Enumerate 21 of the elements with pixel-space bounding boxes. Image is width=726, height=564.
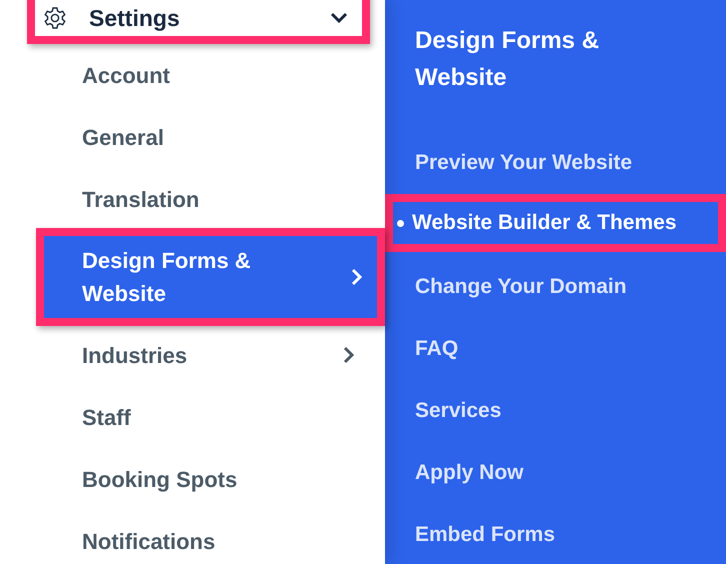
bullet-icon [397, 220, 404, 226]
settings-icon [43, 6, 67, 30]
menu-item[interactable]: Industries [0, 324, 385, 386]
submenu-item[interactable]: Services [385, 380, 726, 442]
settings-title: Settings [89, 4, 181, 33]
menu-item[interactable]: Staff [0, 386, 385, 448]
submenu-title: Design Forms & Website [415, 26, 600, 93]
menu-item[interactable]: Account [0, 44, 385, 106]
submenu-item[interactable]: Preview Your Website [385, 132, 726, 194]
menu-item[interactable]: Booking Spots [0, 448, 385, 510]
chevron-down-icon [330, 12, 348, 24]
menu-item[interactable]: Notifications [0, 510, 385, 564]
submenu-item[interactable]: Change Your Domain [385, 256, 726, 318]
settings-header[interactable]: Settings [27, 0, 370, 44]
submenu-item[interactable]: Apply Now [385, 442, 726, 504]
submenu-item[interactable]: Embed Forms [385, 504, 726, 564]
submenu-item[interactable]: Website Builder & Themes [385, 194, 726, 252]
menu-item[interactable]: Translation [0, 168, 385, 230]
submenu-item[interactable]: FAQ [385, 318, 726, 380]
menu-item[interactable]: Design Forms & Website [36, 228, 385, 326]
menu-item[interactable]: General [0, 106, 385, 168]
